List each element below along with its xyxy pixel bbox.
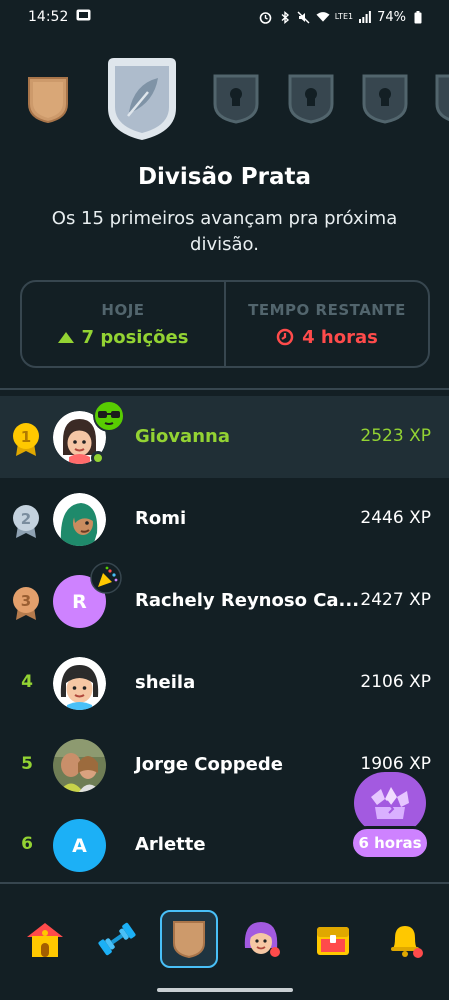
leaderboard-row[interactable]: 1 Giovanna 2523 XP: [0, 396, 449, 478]
wifi-icon: [316, 10, 330, 24]
nav-notifications[interactable]: [376, 910, 434, 968]
battery-level: 74%: [377, 9, 406, 25]
avatar[interactable]: [53, 657, 106, 710]
mute-icon: [297, 10, 311, 24]
time-remaining-value: 4 horas: [302, 326, 378, 348]
locked-league-shield-icon: [435, 74, 449, 122]
leaderboard-xp: 2106 XP: [360, 672, 431, 692]
leaderboard-name: Rachely Reynoso Ca...: [135, 590, 360, 611]
status-time: 14:52: [28, 9, 69, 25]
screen-record-icon: [76, 9, 91, 25]
up-arrow-icon: [57, 331, 74, 343]
profile-icon: [244, 922, 280, 957]
rank-number: 2: [21, 510, 31, 528]
nav-shop[interactable]: [304, 910, 362, 968]
rank-number: 4: [21, 672, 33, 692]
locked-league-shield-icon: [288, 74, 334, 124]
nav-home[interactable]: [16, 910, 74, 968]
leaderboard-name: Giovanna: [135, 426, 230, 447]
bluetooth-icon: [278, 10, 292, 24]
today-label: HOJE: [101, 300, 145, 319]
avatar[interactable]: [53, 493, 106, 546]
party-popper-badge-icon: [90, 562, 122, 594]
reward-chest-button[interactable]: [354, 772, 426, 834]
leaderboard-name: Romi: [135, 508, 187, 529]
bronze-league-shield-icon: [28, 77, 68, 124]
gold-medal-icon: 1: [13, 423, 39, 456]
divider: [0, 388, 449, 390]
leaderboard-name: Jorge Coppede: [135, 754, 283, 775]
leaderboard-xp: 2446 XP: [360, 508, 431, 528]
locked-league-shield-icon: [362, 74, 408, 124]
leaderboard-name: sheila: [135, 672, 196, 693]
nav-leagues[interactable]: [160, 910, 218, 968]
dumbbell-icon: [98, 922, 136, 956]
broken-chest-icon: [371, 787, 409, 819]
leaderboard-row[interactable]: 2 Romi 2446 XP: [0, 478, 449, 560]
time-remaining-stat: TEMPO RESTANTE 4 horas: [224, 282, 428, 366]
rank-number: 1: [21, 428, 31, 446]
rank-number: 3: [21, 592, 31, 610]
leaderboard-xp: 1906 XP: [360, 754, 431, 774]
leaderboard-xp: 2523 XP: [360, 426, 431, 446]
rank-number: 6: [21, 834, 33, 854]
alarm-icon: [259, 10, 273, 24]
division-title: Divisão Prata: [137, 164, 312, 190]
chest-timer-pill[interactable]: 6 horas: [350, 826, 430, 860]
bottom-navigation: [0, 882, 449, 1000]
division-subtitle: Os 15 primeiros avançam pra próxima divi…: [51, 208, 398, 255]
bronze-medal-icon: 3: [13, 587, 39, 620]
today-stat: HOJE 7 posições: [22, 282, 224, 366]
chest-icon: [317, 927, 349, 955]
clock-icon: [276, 328, 294, 346]
silver-league-shield-icon: [108, 58, 176, 140]
leaderboard-name: Arlette: [135, 834, 206, 855]
network-type: LTE1: [334, 12, 354, 21]
shield-icon: [173, 921, 205, 959]
stats-box: HOJE 7 posições TEMPO RESTANTE 4 horas: [20, 280, 430, 368]
nav-profile[interactable]: [232, 910, 290, 968]
leaderboard-row[interactable]: 4 sheila 2106 XP: [0, 642, 449, 724]
nav-practice[interactable]: [88, 910, 146, 968]
locked-league-shield-icon: [213, 74, 259, 124]
avatar[interactable]: A: [53, 819, 106, 872]
home-icon: [27, 923, 63, 957]
status-bar: 14:52 LTE1 74%: [0, 0, 449, 34]
battery-icon: [411, 10, 425, 24]
avatar-photo[interactable]: [53, 739, 106, 792]
online-status-dot: [91, 451, 105, 465]
league-shields-row: [0, 56, 449, 146]
leaderboard-xp: 2427 XP: [360, 590, 431, 610]
time-remaining-label: TEMPO RESTANTE: [248, 300, 406, 319]
home-indicator[interactable]: [157, 988, 293, 992]
leaderboard-row[interactable]: 3 R Rachely Reynoso Ca... 2427 XP: [0, 560, 449, 642]
signal-icon: [358, 10, 372, 24]
bell-icon: [391, 926, 423, 958]
sunglasses-badge-icon: [93, 400, 125, 432]
silver-medal-icon: 2: [13, 505, 39, 538]
rank-number: 5: [21, 754, 33, 774]
today-value: 7 posições: [81, 326, 189, 348]
